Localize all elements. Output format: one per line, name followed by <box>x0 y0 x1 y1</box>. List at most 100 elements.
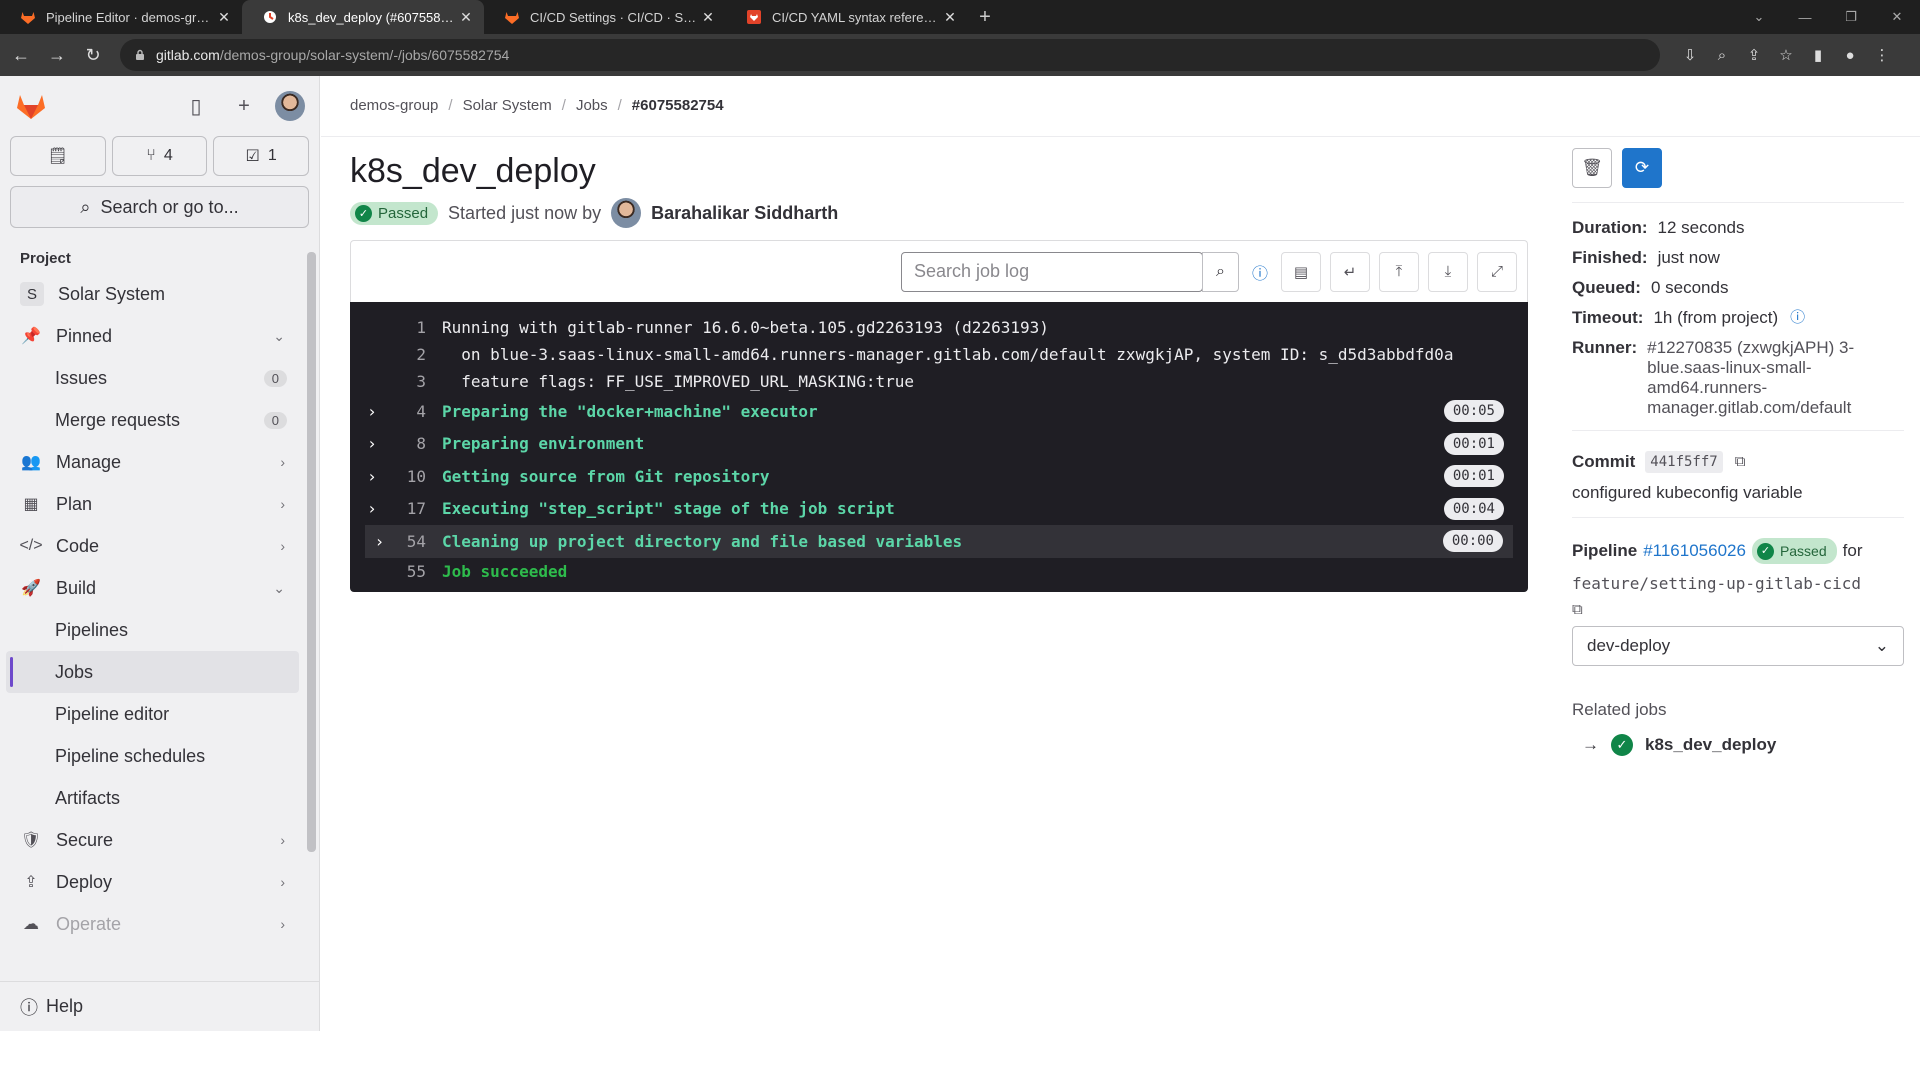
issues-counter-button[interactable]: 🗒 <box>10 136 106 176</box>
scrollbar-thumb[interactable] <box>307 252 316 852</box>
chevron-right-icon[interactable]: › <box>350 499 394 518</box>
sidebar-item-pipeline-schedules[interactable]: Pipeline schedules <box>0 735 305 777</box>
pipeline-status-badge[interactable]: ✓ Passed <box>1751 538 1837 564</box>
user-avatar[interactable] <box>611 198 642 228</box>
wrap-lines-icon[interactable]: ↵ <box>1330 251 1370 292</box>
new-tab-button[interactable]: + <box>968 0 1002 34</box>
chevron-right-icon[interactable]: › <box>350 434 394 453</box>
bookmark-star-icon[interactable]: ☆ <box>1770 46 1802 64</box>
close-icon[interactable]: ✕ <box>458 9 474 26</box>
chevron-right-icon[interactable]: › <box>350 402 394 421</box>
erase-log-button[interactable]: 🗑 <box>1572 148 1612 188</box>
menu-kebab-icon[interactable]: ⋮ <box>1866 46 1898 64</box>
sidebar-scrollbar[interactable] <box>304 236 319 976</box>
stage-selected: dev-deploy <box>1587 636 1671 655</box>
pipeline-link[interactable]: #1161056026 <box>1643 541 1746 561</box>
line-text: on blue-3.saas-linux-small-amd64.runners… <box>442 345 1454 364</box>
breadcrumb-current[interactable]: #6075582754 <box>632 97 724 114</box>
log-section-hovered[interactable]: › 54 Cleaning up project directory and fil… <box>365 525 1513 558</box>
maximize-icon[interactable]: ❐ <box>1828 0 1874 34</box>
close-icon[interactable]: ✕ <box>942 9 958 26</box>
help-circle-icon[interactable]: ⓘ <box>1790 308 1805 328</box>
breadcrumb-item[interactable]: Jobs <box>576 97 608 114</box>
browser-tab-active[interactable]: k8s_dev_deploy (#6075582754) · Jo ✕ <box>242 0 484 34</box>
line-number[interactable]: 3 <box>394 372 426 391</box>
close-icon[interactable]: ✕ <box>700 9 716 26</box>
search-job-log-input[interactable]: Search job log <box>901 251 1203 292</box>
sidebar-item-issues[interactable]: Issues 0 <box>0 357 305 399</box>
profile-icon[interactable]: ● <box>1834 46 1866 64</box>
log-section[interactable]: › 17 Executing "step_script" stage of the … <box>350 493 1528 526</box>
line-number[interactable]: 54 <box>394 532 426 551</box>
sidebar-item-merge-requests[interactable]: Merge requests 0 <box>0 399 305 441</box>
search-button[interactable]: ⌕ Search or go to... <box>10 186 309 228</box>
line-number[interactable]: 1 <box>394 318 426 337</box>
sidebar-item-secure[interactable]: 🛡 Secure › <box>0 819 305 861</box>
retry-job-button[interactable]: ⟳ <box>1622 148 1662 188</box>
close-window-icon[interactable]: ✕ <box>1874 0 1920 34</box>
search-icon[interactable]: ⌕ <box>1202 251 1239 292</box>
commit-sha-link[interactable]: 441f5ff7 <box>1645 451 1723 473</box>
branch-ref-link[interactable]: feature/setting-up-gitlab-cicd <box>1572 574 1904 593</box>
fullscreen-icon[interactable]: ⤢ <box>1477 251 1517 292</box>
address-bar[interactable]: gitlab.com/demos-group/solar-system/-/jo… <box>120 39 1660 71</box>
breadcrumb-item[interactable]: demos-group <box>350 97 438 114</box>
create-new-icon[interactable]: + <box>227 89 261 123</box>
sidebar-item-operate[interactable]: ☁ Operate › <box>0 903 305 945</box>
user-name[interactable]: Barahalikar Siddharth <box>651 203 838 224</box>
user-avatar[interactable] <box>275 91 305 121</box>
forward-icon[interactable]: → <box>42 40 72 70</box>
help-circle-icon[interactable]: ⓘ <box>1248 252 1272 292</box>
sidebar-item-plan[interactable]: ▦ Plan › <box>0 483 305 525</box>
stage-dropdown[interactable]: dev-deploy ⌄ <box>1572 626 1904 666</box>
chevron-right-icon[interactable]: › <box>350 467 394 486</box>
sidebar-collapse-icon[interactable]: ▯ <box>179 89 213 123</box>
browser-tab[interactable]: Pipeline Editor · demos-group / S ✕ <box>0 0 242 34</box>
sidebar-item-manage[interactable]: 👥 Manage › <box>0 441 305 483</box>
sidebar-item-label: Operate <box>56 913 122 934</box>
line-number[interactable]: 8 <box>394 434 426 453</box>
gitlab-logo-icon[interactable] <box>14 89 48 123</box>
raw-log-icon[interactable]: ▤ <box>1281 251 1321 292</box>
install-icon[interactable]: ⇩ <box>1674 46 1706 64</box>
minimize-icon[interactable]: — <box>1782 0 1828 34</box>
merge-requests-counter-button[interactable]: ⑂ 4 <box>111 136 208 176</box>
scroll-top-icon[interactable]: ⤒ <box>1379 251 1419 292</box>
log-section[interactable]: › 8 Preparing environment 00:01 <box>350 428 1528 461</box>
line-number[interactable]: 2 <box>394 345 426 364</box>
chevron-right-icon[interactable]: › <box>365 532 394 551</box>
sidebar-item-pinned[interactable]: 📌 Pinned ⌄ <box>0 315 305 357</box>
sidebar-item-pipelines[interactable]: Pipelines <box>0 609 305 651</box>
rocket-icon: 🚀 <box>21 580 41 597</box>
back-icon[interactable]: ← <box>6 40 36 70</box>
sidebar-item-jobs[interactable]: Jobs <box>6 651 299 693</box>
line-number[interactable]: 4 <box>394 402 426 421</box>
zoom-icon[interactable]: ⌕ <box>1706 46 1738 64</box>
browser-tab[interactable]: CI/CD YAML syntax reference | G ✕ <box>726 0 968 34</box>
close-icon[interactable]: ✕ <box>216 9 232 26</box>
sidebar-item-pipeline-editor[interactable]: Pipeline editor <box>0 693 305 735</box>
log-section[interactable]: › 10 Getting source from Git repository 00:… <box>350 460 1528 493</box>
sidebar-item-deploy[interactable]: ⇪ Deploy › <box>0 861 305 903</box>
status-badge[interactable]: ✓ Passed <box>350 201 439 225</box>
sidebar-item-build[interactable]: 🚀 Build ⌄ <box>0 567 305 609</box>
todos-counter-button[interactable]: ☑ 1 <box>213 136 310 176</box>
sidebar-project[interactable]: S Solar System <box>0 273 305 315</box>
log-section[interactable]: › 4 Preparing the "docker+machine" executo… <box>350 395 1528 428</box>
reload-icon[interactable]: ↻ <box>78 40 108 70</box>
copy-icon[interactable]: ⧉ <box>1572 601 1904 618</box>
sidebar-item-code[interactable]: </> Code › <box>0 525 305 567</box>
copy-icon[interactable]: ⧉ <box>1735 452 1746 472</box>
line-number[interactable]: 55 <box>394 562 426 581</box>
line-number[interactable]: 10 <box>394 467 426 486</box>
line-number[interactable]: 17 <box>394 499 426 518</box>
help-button[interactable]: ⓘ Help <box>0 981 319 1031</box>
scroll-bottom-icon[interactable]: ⤓ <box>1428 251 1468 292</box>
tab-search-icon[interactable]: ⌄ <box>1736 0 1782 34</box>
breadcrumb-item[interactable]: Solar System <box>463 97 552 114</box>
sidebar-toggle-icon[interactable]: ▮ <box>1802 46 1834 64</box>
browser-tab[interactable]: CI/CD Settings · CI/CD · Settings · ✕ <box>484 0 726 34</box>
share-icon[interactable]: ⇪ <box>1738 46 1770 64</box>
related-job-item[interactable]: → ✓ k8s_dev_deploy <box>1572 734 1904 756</box>
sidebar-item-artifacts[interactable]: Artifacts <box>0 777 305 819</box>
